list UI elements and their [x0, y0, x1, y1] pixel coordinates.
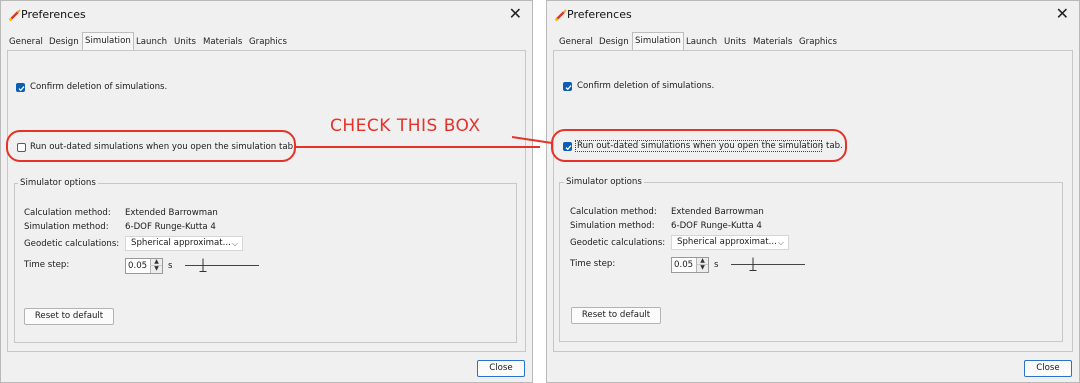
time-step-label: Time step:: [24, 260, 70, 270]
sim-method-value: 6-DOF Runge-Kutta 4: [125, 222, 216, 232]
checkmark-icon: [565, 85, 572, 91]
sim-method-label: Simulation method:: [570, 221, 655, 231]
time-step-spinner[interactable]: 0.05 ▲ ▼: [671, 257, 709, 273]
time-step-slider-track[interactable]: [185, 265, 259, 266]
tab-design[interactable]: Design: [47, 35, 81, 49]
sim-method-value: 6-DOF Runge-Kutta 4: [671, 221, 762, 231]
tab-materials[interactable]: Materials: [201, 35, 244, 49]
calc-method-value: Extended Barrowman: [125, 208, 218, 218]
tab-simulation[interactable]: Simulation: [82, 32, 134, 50]
time-step-label: Time step:: [570, 259, 616, 269]
tab-units[interactable]: Units: [722, 35, 748, 49]
calc-method-label: Calculation method:: [24, 208, 111, 218]
time-step-slider-track[interactable]: [731, 264, 805, 265]
run-outdated-checkbox[interactable]: [563, 142, 572, 151]
annotation-label: CHECK THIS BOX: [330, 116, 481, 136]
tab-launch[interactable]: Launch: [134, 35, 169, 49]
checkmark-icon: [565, 145, 572, 151]
time-step-value: 0.05: [128, 261, 148, 271]
time-step-slider-thumb[interactable]: [199, 258, 207, 272]
tab-launch[interactable]: Launch: [684, 35, 719, 49]
triangle-down-icon[interactable]: ▼: [696, 265, 708, 272]
time-step-unit: s: [714, 260, 719, 270]
close-button[interactable]: Close: [1024, 360, 1072, 377]
confirm-deletion-label: Confirm deletion of simulations.: [577, 81, 715, 91]
tab-general[interactable]: General: [557, 35, 595, 49]
simulator-options-title: Simulator options: [564, 177, 644, 187]
calc-method-value: Extended Barrowman: [671, 207, 764, 217]
sim-method-label: Simulation method:: [24, 222, 109, 232]
tab-simulation[interactable]: Simulation: [632, 32, 684, 50]
geodetic-value: Spherical approximat...: [677, 237, 777, 247]
run-outdated-label: Run out-dated simulations when you open …: [30, 142, 296, 152]
tab-graphics[interactable]: Graphics: [247, 35, 289, 49]
window-title: Preferences: [567, 8, 632, 21]
tab-units[interactable]: Units: [172, 35, 198, 49]
geodetic-dropdown[interactable]: Spherical approximat... ⌵: [125, 236, 243, 251]
time-step-spinner[interactable]: 0.05 ▲ ▼: [125, 258, 163, 274]
chevron-down-icon: ⌵: [777, 238, 784, 247]
title-bar: Preferences ✕: [1, 1, 532, 29]
triangle-down-icon[interactable]: ▼: [150, 266, 162, 273]
geodetic-dropdown[interactable]: Spherical approximat... ⌵: [671, 235, 789, 250]
geodetic-value: Spherical approximat...: [131, 238, 231, 248]
time-step-unit: s: [168, 261, 173, 271]
window-title: Preferences: [21, 8, 86, 21]
chevron-down-icon: ⌵: [231, 239, 238, 248]
time-step-slider-thumb[interactable]: [749, 257, 757, 271]
title-bar: Preferences ✕: [547, 1, 1079, 29]
close-button[interactable]: Close: [477, 360, 525, 377]
tab-materials[interactable]: Materials: [751, 35, 794, 49]
run-outdated-checkbox[interactable]: [17, 143, 26, 152]
geodetic-label: Geodetic calculations:: [24, 239, 120, 249]
preferences-window-before: Preferences ✕ General Design Simulation …: [0, 0, 533, 383]
simulator-options-title: Simulator options: [18, 178, 98, 188]
checkmark-icon: [18, 86, 25, 92]
preferences-window-after: Preferences ✕ General Design Simulation …: [546, 0, 1080, 383]
reset-to-default-button[interactable]: Reset to default: [571, 307, 661, 324]
confirm-deletion-checkbox[interactable]: [563, 82, 572, 91]
tab-graphics[interactable]: Graphics: [797, 35, 839, 49]
confirm-deletion-label: Confirm deletion of simulations.: [30, 82, 168, 92]
tab-general[interactable]: General: [7, 35, 45, 49]
geodetic-label: Geodetic calculations:: [570, 238, 666, 248]
reset-to-default-button[interactable]: Reset to default: [24, 308, 114, 325]
tab-design[interactable]: Design: [597, 35, 631, 49]
calc-method-label: Calculation method:: [570, 207, 657, 217]
run-outdated-label: Run out-dated simulations when you open …: [577, 141, 843, 151]
confirm-deletion-checkbox[interactable]: [16, 83, 25, 92]
close-icon[interactable]: ✕: [1056, 5, 1069, 23]
time-step-value: 0.05: [674, 260, 694, 270]
close-icon[interactable]: ✕: [509, 5, 522, 23]
